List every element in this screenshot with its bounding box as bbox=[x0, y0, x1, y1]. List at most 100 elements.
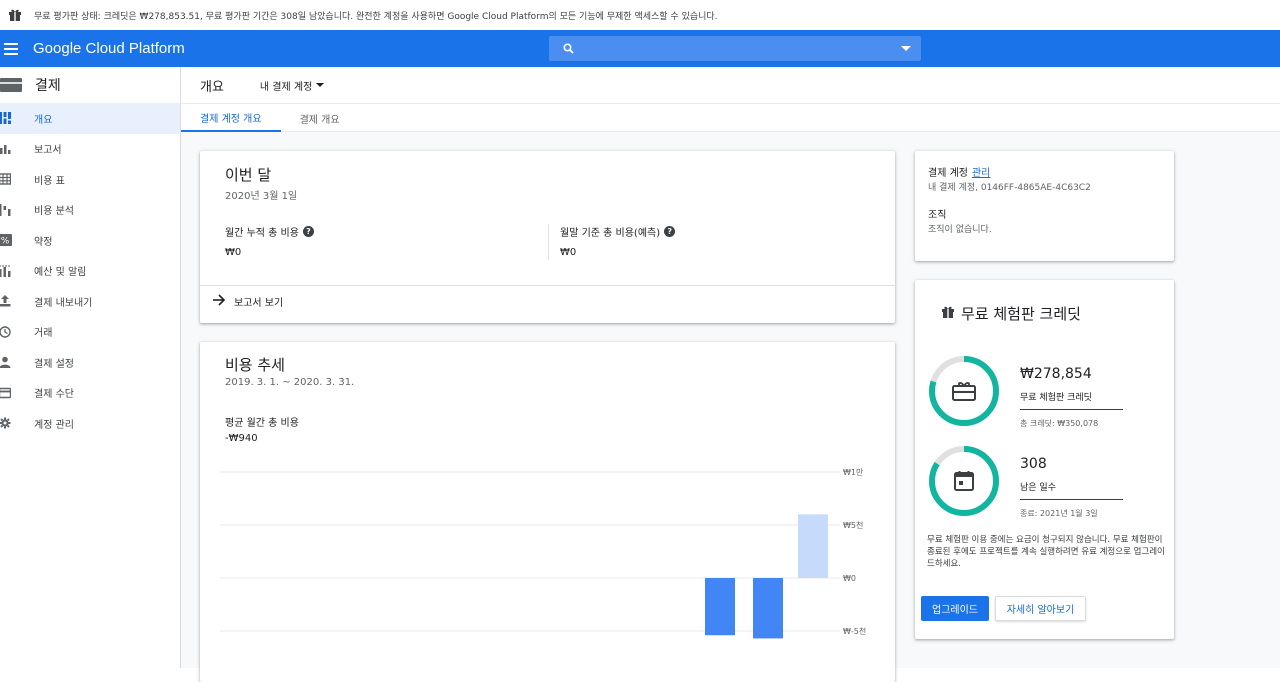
sidebar-item-label: 개요 bbox=[34, 114, 53, 126]
sidebar-item-label: 결제 설정 bbox=[34, 358, 74, 370]
tab-billing-overview[interactable]: 결제 개요 bbox=[281, 104, 359, 132]
percent-icon: % bbox=[0, 234, 22, 246]
sidebar: 결제 개요 보고서 비용 표 비용 분석% 약정 예산 및 알림 결제 내보내기 거래 결제 설… bbox=[0, 67, 181, 668]
free-trial-credit-card: 무료 체험판 크레딧 ₩278,854 무료 체험판 크레딧 총 크레딧: ₩3… bbox=[915, 280, 1174, 639]
search-bar[interactable] bbox=[549, 36, 921, 61]
sidebar-item-payment-method[interactable]: 결제 수단 bbox=[0, 378, 180, 409]
dashboard-icon bbox=[0, 112, 22, 125]
chart-bar[interactable] bbox=[753, 578, 783, 639]
cost-trend-chart: ₩1만 ₩5천 ₩0 ₩-5천 bbox=[220, 468, 866, 639]
sidebar-item-commitments[interactable]: % 약정 bbox=[0, 225, 180, 256]
y-tick-label: ₩0 bbox=[843, 574, 856, 583]
sidebar-item-label: 거래 bbox=[34, 328, 53, 340]
chevron-down-icon bbox=[316, 83, 325, 87]
sidebar-item-label: 결제 내보내기 bbox=[34, 297, 93, 309]
forecast-label: 월말 기준 총 비용(예측) bbox=[560, 228, 661, 239]
view-report-link[interactable]: 보고서 보기 bbox=[212, 294, 283, 309]
clock-icon bbox=[0, 326, 22, 338]
sidebar-item-label: 약정 bbox=[34, 236, 53, 248]
trial-end-date: 종료: 2021년 1월 3일 bbox=[1020, 509, 1098, 518]
sidebar-title: 결제 bbox=[35, 78, 61, 94]
main-content: 이번 달 2020년 3월 1일 월간 누적 총 비용? ₩0 월말 기준 총 … bbox=[181, 132, 1280, 682]
page-header: 개요 내 결제 계정 bbox=[181, 67, 1280, 104]
credit-stat: ₩278,854 무료 체험판 크레딧 총 크레딧: ₩350,078 bbox=[1020, 366, 1123, 429]
learn-more-button[interactable]: 자세히 알아보기 bbox=[995, 596, 1086, 621]
this-month-title: 이번 달 bbox=[225, 166, 272, 184]
table-icon bbox=[0, 173, 22, 185]
organization-label: 조직 bbox=[928, 210, 947, 221]
cost-trend-card: 비용 추세 2019. 3. 1. ~ 2020. 3. 31. 평균 월간 총… bbox=[200, 342, 895, 682]
credit-card-icon bbox=[0, 387, 22, 399]
sidebar-item-label: 계정 관리 bbox=[34, 419, 74, 431]
days-stat: 308 남은 일수 종료: 2021년 1월 3일 bbox=[1020, 456, 1123, 519]
help-icon[interactable]: ? bbox=[302, 226, 314, 237]
gear-icon bbox=[0, 417, 22, 429]
brand-title[interactable]: Google Cloud Platform bbox=[33, 40, 185, 57]
y-tick-label: ₩-5천 bbox=[843, 626, 866, 636]
month-to-date-value: ₩0 bbox=[225, 247, 242, 258]
sidebar-item-label: 비용 표 bbox=[34, 175, 65, 187]
cost-trend-title: 비용 추세 bbox=[225, 356, 285, 374]
gift-icon bbox=[0, 0, 30, 30]
trial-banner-message: 무료 평가판 상태: 크레딧은 ₩278,853.51, 무료 평가판 기간은 … bbox=[34, 11, 718, 22]
menu-icon[interactable] bbox=[2, 30, 24, 67]
gift-icon bbox=[941, 305, 955, 323]
sidebar-item-label: 보고서 bbox=[34, 145, 62, 157]
month-to-date-label: 월간 누적 총 비용 bbox=[225, 228, 299, 239]
sidebar-item-label: 예산 및 알림 bbox=[34, 267, 87, 279]
divider bbox=[200, 285, 895, 286]
tab-billing-account-overview[interactable]: 결제 계정 개요 bbox=[181, 104, 281, 132]
avg-monthly-label: 평균 월간 총 비용 bbox=[225, 418, 299, 429]
arrow-right-icon bbox=[212, 294, 226, 309]
month-to-date-metric: 월간 누적 총 비용? ₩0 bbox=[225, 224, 314, 258]
credit-progress-ring bbox=[929, 356, 999, 426]
help-icon[interactable]: ? bbox=[664, 226, 676, 237]
top-app-bar: Google Cloud Platform bbox=[0, 30, 1280, 67]
manage-link[interactable]: 관리 bbox=[972, 168, 990, 179]
search-input[interactable] bbox=[582, 42, 901, 55]
budget-icon bbox=[0, 265, 22, 277]
credit-card-header: 무료 체험판 크레딧 bbox=[941, 303, 1081, 324]
days-remaining-label: 남은 일수 bbox=[1020, 480, 1123, 500]
this-month-date: 2020년 3월 1일 bbox=[225, 191, 298, 202]
organization-value: 조직이 없습니다. bbox=[928, 225, 992, 235]
forecast-value: ₩0 bbox=[560, 247, 577, 258]
sidebar-item-account-management[interactable]: 계정 관리 bbox=[0, 408, 180, 439]
page-title: 개요 bbox=[200, 79, 224, 95]
sidebar-item-billing-settings[interactable]: 결제 설정 bbox=[0, 347, 180, 378]
metric-divider bbox=[548, 224, 549, 260]
days-remaining: 308 bbox=[1020, 456, 1047, 472]
upgrade-button[interactable]: 업그레이드 bbox=[921, 596, 989, 621]
cost-trend-range: 2019. 3. 1. ~ 2020. 3. 31. bbox=[225, 377, 355, 388]
person-icon bbox=[0, 356, 22, 369]
export-icon bbox=[0, 295, 22, 307]
view-report-label: 보고서 보기 bbox=[234, 298, 284, 309]
trial-banner: 무료 평가판 상태: 크레딧은 ₩278,853.51, 무료 평가판 기간은 … bbox=[0, 0, 1280, 30]
sidebar-item-billing-export[interactable]: 결제 내보내기 bbox=[0, 286, 180, 317]
account-selector[interactable]: 내 결제 계정 bbox=[259, 78, 325, 93]
sidebar-item-transactions[interactable]: 거래 bbox=[0, 317, 180, 348]
billing-account-heading: 결제 계정 관리 bbox=[928, 164, 990, 179]
search-dropdown-icon[interactable] bbox=[901, 46, 911, 51]
chart-bar[interactable] bbox=[705, 578, 735, 636]
sidebar-header: 결제 bbox=[0, 67, 180, 103]
account-selector-label: 내 결제 계정 bbox=[259, 81, 313, 93]
sidebar-item-cost-breakdown[interactable]: 비용 분석 bbox=[0, 195, 180, 226]
cost-breakdown-icon bbox=[0, 203, 22, 216]
this-month-card: 이번 달 2020년 3월 1일 월간 누적 총 비용? ₩0 월말 기준 총 … bbox=[200, 151, 895, 323]
sidebar-item-label: 비용 분석 bbox=[34, 206, 74, 218]
sidebar-item-cost-table[interactable]: 비용 표 bbox=[0, 164, 180, 195]
tab-bar: 결제 계정 개요 결제 개요 bbox=[181, 104, 1280, 132]
sidebar-item-overview[interactable]: 개요 bbox=[0, 103, 180, 134]
svg-text:%: % bbox=[1, 237, 10, 247]
forecast-metric: 월말 기준 총 비용(예측)? ₩0 bbox=[560, 224, 676, 258]
billing-account-id: 내 결제 계정, 0146FF-4865AE-4C63C2 bbox=[928, 183, 1091, 193]
gift-card-icon bbox=[952, 382, 976, 401]
search-icon bbox=[563, 39, 574, 58]
credit-total: 총 크레딧: ₩350,078 bbox=[1020, 419, 1099, 428]
avg-monthly-value: -₩940 bbox=[225, 433, 258, 444]
sidebar-item-budgets-alerts[interactable]: 예산 및 알림 bbox=[0, 256, 180, 287]
days-progress-ring bbox=[929, 446, 999, 516]
sidebar-item-reports[interactable]: 보고서 bbox=[0, 134, 180, 165]
chart-bar[interactable] bbox=[798, 514, 828, 578]
